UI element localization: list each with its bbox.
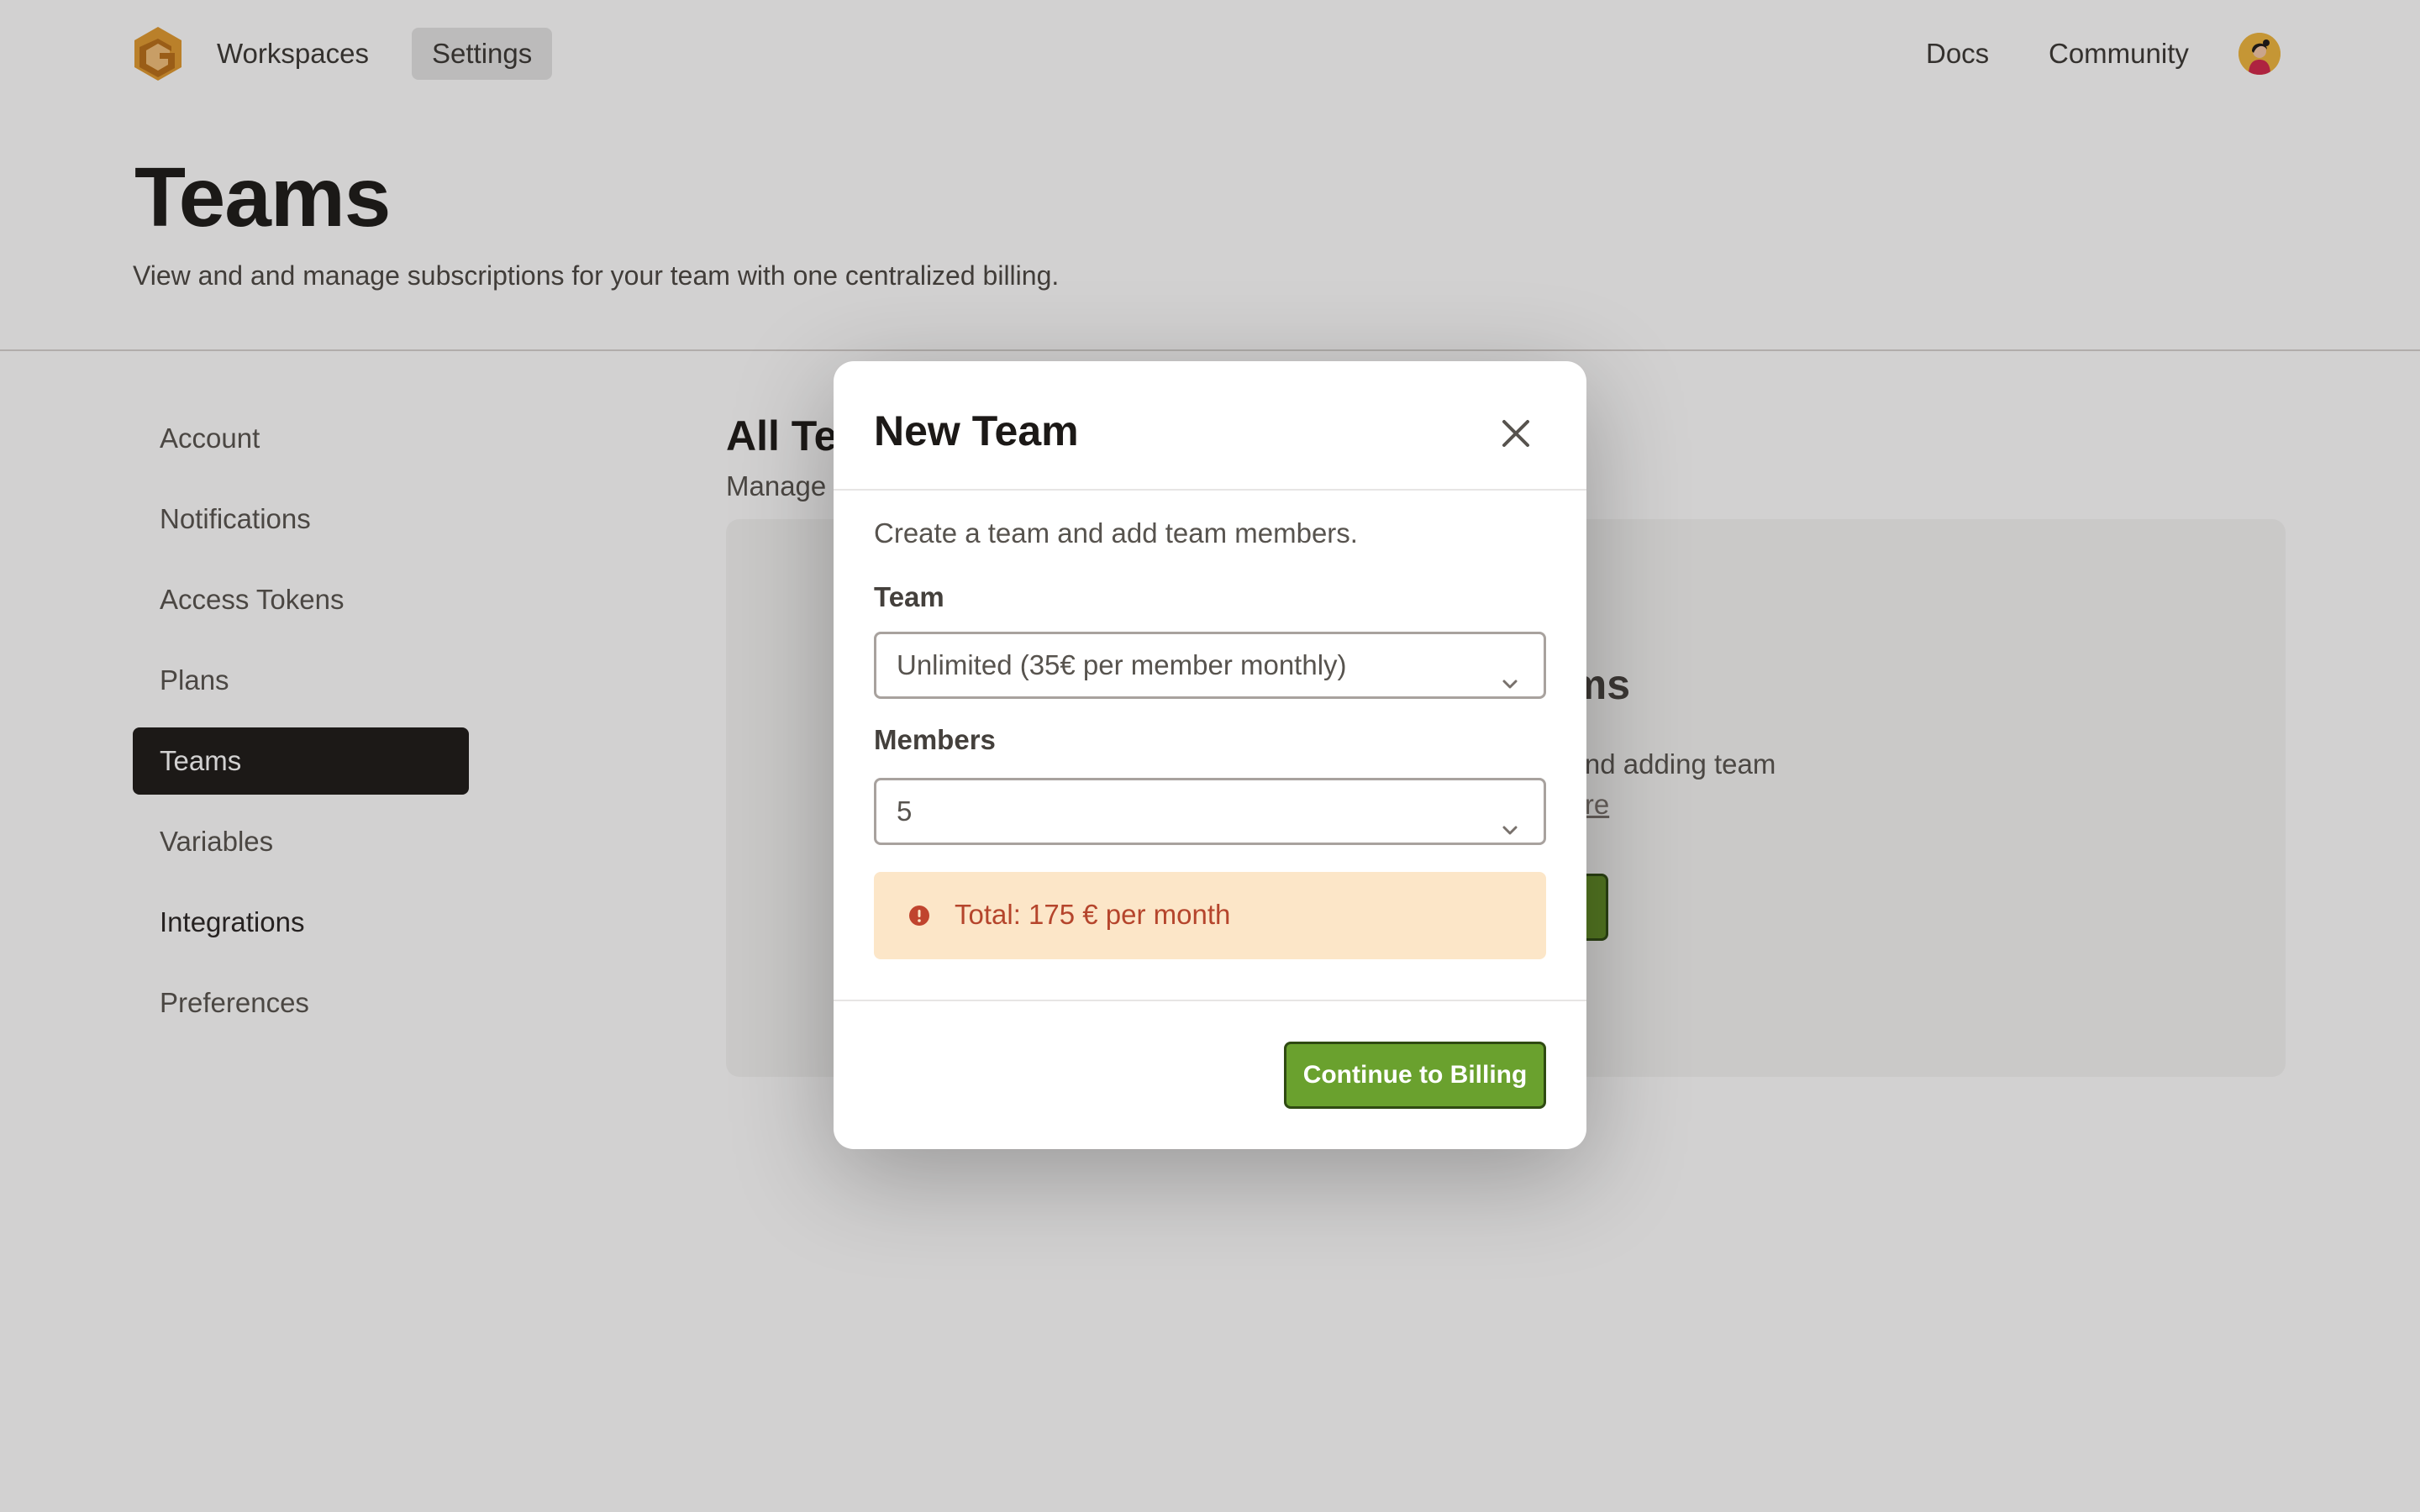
team-plan-select[interactable]: Unlimited (35€ per member monthly) [874, 632, 1546, 699]
exclamation-circle-icon [908, 904, 931, 927]
team-field-label: Team [874, 581, 944, 612]
dialog-header-divider [834, 489, 1586, 491]
dialog-description: Create a team and add team members. [874, 517, 1358, 549]
total-price-text: Total: 175 € per month [955, 899, 1231, 930]
dialog-title: New Team [874, 407, 1079, 454]
new-team-dialog: New Team Create a team and add team memb… [834, 361, 1586, 1149]
members-field-label: Members [874, 724, 996, 755]
members-select[interactable]: 5 [874, 778, 1546, 845]
continue-to-billing-button[interactable]: Continue to Billing [1284, 1042, 1546, 1109]
chevron-down-icon [1498, 802, 1522, 835]
members-value: 5 [897, 795, 913, 827]
team-plan-value: Unlimited (35€ per member monthly) [897, 649, 1347, 680]
dialog-footer-divider [834, 1000, 1586, 1001]
chevron-down-icon [1498, 656, 1522, 689]
total-price-alert: Total: 175 € per month [874, 872, 1546, 959]
close-icon[interactable] [1491, 408, 1541, 459]
